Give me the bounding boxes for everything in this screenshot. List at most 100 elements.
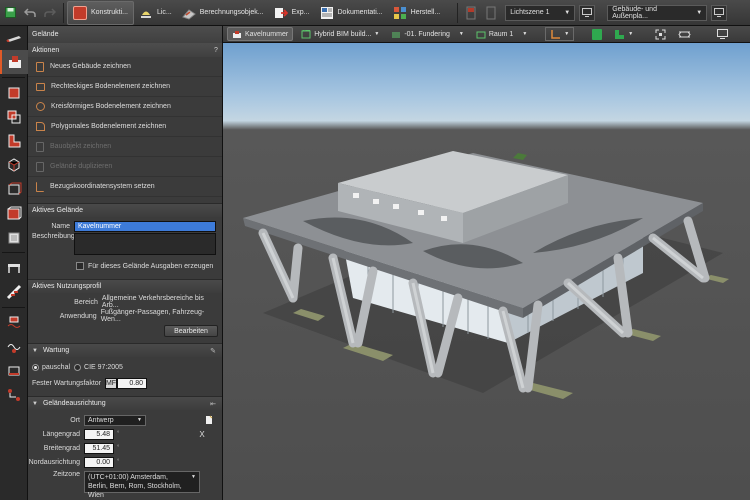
output-checkbox-label: Für dieses Gelände Ausgaben erzeugen [88, 262, 214, 270]
chevron-down-icon: ▼ [564, 9, 571, 16]
fixed-factor-label: Fester Wartungsfaktor [32, 379, 101, 387]
action-new-building[interactable]: Neues Gebäude zeichnen [28, 57, 222, 77]
section-label: Aktives Nutzungsprofil [32, 283, 102, 290]
timezone-row: Zeitzone (UTC+01:00) Amsterdam, Berlin, … [28, 471, 222, 499]
output-checkbox[interactable] [76, 262, 84, 270]
breadcrumb-room[interactable]: Raum 1 ▼ [472, 27, 531, 41]
panel-tool-button[interactable] [481, 0, 501, 26]
view-options-button[interactable] [711, 4, 728, 21]
table-icon [8, 264, 20, 273]
toolbar-frame-button[interactable] [0, 359, 28, 383]
calculation-icon [181, 8, 196, 20]
toolbar-block-button[interactable] [0, 225, 28, 249]
3d-viewport[interactable] [223, 43, 750, 500]
toolbar-stairs-button[interactable] [0, 280, 28, 304]
panel-title-bar: Gelände [28, 26, 222, 43]
tab-label: Exp... [291, 9, 310, 16]
window-tool-button[interactable] [461, 0, 481, 26]
name-field[interactable]: Kavelnummer [74, 220, 216, 232]
description-field[interactable] [74, 233, 216, 255]
area-value: Allgemeine Verkehrsbereiche bis Arb... [101, 295, 204, 309]
toolbar-table-button[interactable] [0, 256, 28, 280]
chevron-down-icon: ▼ [374, 31, 380, 37]
longitude-field[interactable]: 5.48 [84, 428, 114, 440]
fit-view-icon [655, 29, 666, 39]
radio-flat-label: pauschal [42, 363, 71, 371]
monitor-button[interactable] [579, 4, 596, 21]
view-plan-button[interactable]: ▼ [610, 27, 637, 41]
building-model[interactable] [223, 43, 750, 500]
pin-icon[interactable]: ⇤ [210, 400, 216, 408]
tab-label: Lic... [156, 9, 172, 16]
tab-documentation[interactable]: Dokumentati... [315, 1, 388, 25]
output-row: Für dieses Gelände Ausgaben erzeugen [28, 259, 222, 273]
breadcrumb-terrain[interactable]: Kavelnummer [227, 27, 294, 41]
factor-row: Fester Wartungsfaktor MF 0.80 [28, 376, 222, 390]
breadcrumb-building[interactable]: Hybrid BIM build... ▼ [297, 27, 383, 41]
degree-unit: ° [117, 431, 120, 437]
action-circular-floor[interactable]: Kreisförmiges Bodenelement zeichnen [28, 97, 222, 117]
radio-cie[interactable] [74, 363, 82, 371]
section-label: Geländeausrichtung [42, 400, 106, 407]
measure-icon [678, 31, 691, 37]
factor-field[interactable]: 0.80 [117, 377, 147, 389]
tab-export[interactable]: Exp... [269, 1, 315, 25]
tab-light[interactable]: Lic... [134, 1, 177, 25]
monitor-view-button[interactable] [713, 27, 732, 41]
toolbar-wave-button[interactable] [0, 335, 28, 359]
location-dropdown[interactable]: Antwerp ▼ [84, 414, 146, 426]
latitude-field[interactable]: 51.45 [84, 442, 114, 454]
toolbar-pencil-button[interactable] [0, 26, 28, 50]
tab-calculation[interactable]: Berechnungsobjek... [177, 1, 269, 25]
redo-button[interactable] [40, 0, 60, 26]
toolbar-box-button[interactable] [0, 201, 28, 225]
undo-button[interactable] [20, 0, 40, 26]
toolbar-terrain-button[interactable] [0, 50, 28, 74]
tab-manufacturer[interactable]: Herstell... [388, 1, 446, 25]
action-label: Bauobjekt zeichnen [50, 143, 112, 150]
north-field[interactable]: 0.00 [84, 456, 114, 468]
close-icon[interactable]: X [199, 430, 204, 439]
l-shape-icon [8, 134, 21, 148]
edit-button[interactable]: Bearbeiten [164, 325, 218, 337]
actions-header: Aktionen ? [28, 43, 222, 57]
view-3d-button[interactable] [588, 27, 606, 41]
measure-button[interactable] [674, 27, 695, 41]
action-label: Rechteckiges Bodenelement zeichnen [51, 83, 171, 90]
application-label: Anwendung [59, 312, 97, 320]
radio-flat[interactable] [32, 363, 39, 371]
latitude-row: Breitengrad 51.45 ° [28, 441, 222, 455]
tab-label: Dokumentati... [337, 9, 383, 16]
location-row: Ort Antwerp ▼ [28, 413, 222, 427]
breadcrumb-level[interactable]: -01. Fundering ▼ [387, 27, 467, 41]
fit-view-button[interactable] [651, 27, 670, 41]
collapse-icon[interactable]: ▼ [32, 401, 38, 407]
toolbar-floor-button[interactable] [0, 105, 28, 129]
toolbar-path-button[interactable] [0, 383, 28, 407]
document-icon[interactable] [204, 415, 214, 425]
toolbar-luminaire-button[interactable] [0, 311, 28, 335]
section-label: Wartung [42, 347, 70, 354]
action-rectangular-floor[interactable]: Rechteckiges Bodenelement zeichnen [28, 77, 222, 97]
action-reference-coordinates[interactable]: Bezugskoordinatensystem setzen [28, 177, 222, 197]
toolbar-room-button[interactable] [0, 81, 28, 105]
redo-icon [44, 7, 56, 17]
view-mode-dropdown[interactable]: Gebäude- und Außenpla... ▼ [607, 4, 708, 21]
pin-icon[interactable]: ✎ [210, 347, 216, 355]
snap-button[interactable]: ▼ [545, 27, 575, 41]
toolbar-room-3d-button[interactable] [0, 177, 28, 201]
action-label: Bezugskoordinatensystem setzen [50, 183, 155, 190]
action-label: Neues Gebäude zeichnen [50, 63, 131, 70]
name-row: Name Kavelnummer [28, 219, 222, 233]
help-icon[interactable]: ? [210, 47, 222, 54]
tab-construction[interactable]: Konstrukti... [67, 0, 134, 25]
collapse-icon[interactable]: ▼ [32, 348, 38, 354]
action-polygonal-floor[interactable]: Polygonales Bodenelement zeichnen [28, 117, 222, 137]
save-button[interactable] [0, 0, 20, 26]
save-icon [4, 7, 16, 18]
toolbar-lshape-button[interactable] [0, 129, 28, 153]
timezone-dropdown[interactable]: (UTC+01:00) Amsterdam, Berlin, Bern, Rom… [84, 471, 200, 499]
light-scene-dropdown[interactable]: Lichtszene 1 ▼ [505, 4, 576, 21]
toolbar-cube-button[interactable] [0, 153, 28, 177]
north-row: Nordausrichtung 0.00 ° [28, 455, 222, 469]
